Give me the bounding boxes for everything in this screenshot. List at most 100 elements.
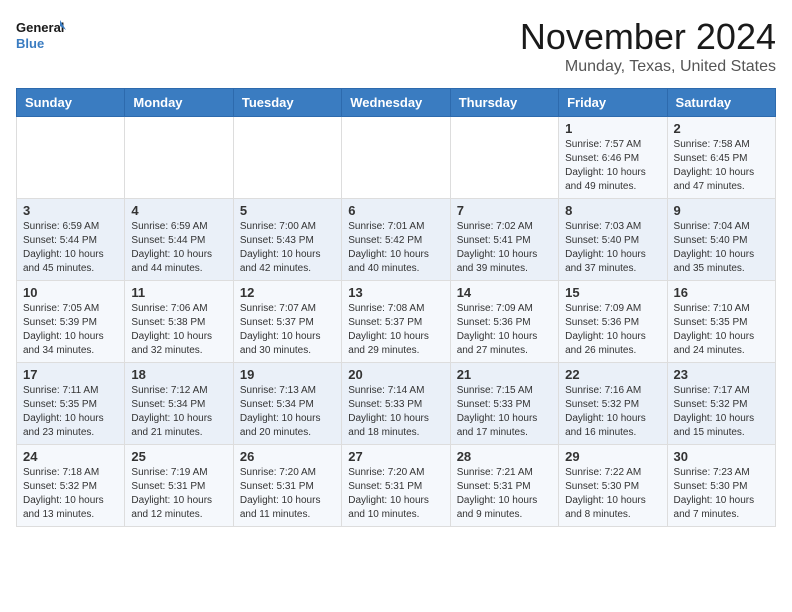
day-number: 13 <box>348 285 443 300</box>
calendar-cell: 3 Sunrise: 6:59 AM Sunset: 5:44 PM Daylig… <box>17 199 125 281</box>
day-number: 17 <box>23 367 118 382</box>
calendar-week-row: 17 Sunrise: 7:11 AM Sunset: 5:35 PM Dayli… <box>17 363 776 445</box>
day-number: 18 <box>131 367 226 382</box>
day-info: Sunrise: 7:02 AM Sunset: 5:41 PM Dayligh… <box>457 220 552 276</box>
day-info: Sunrise: 7:19 AM Sunset: 5:31 PM Dayligh… <box>131 466 226 522</box>
day-info: Sunrise: 7:15 AM Sunset: 5:33 PM Dayligh… <box>457 384 552 440</box>
day-info: Sunrise: 7:10 AM Sunset: 5:35 PM Dayligh… <box>674 302 769 358</box>
calendar-cell: 29Sunrise: 7:22 AM Sunset: 5:30 PM Dayli… <box>559 445 667 527</box>
day-info: Sunrise: 7:16 AM Sunset: 5:32 PM Dayligh… <box>565 384 660 440</box>
calendar-cell: 5 Sunrise: 7:00 AM Sunset: 5:43 PM Daylig… <box>233 199 341 281</box>
logo: General Blue <box>16 16 66 56</box>
day-number: 12 <box>240 285 335 300</box>
calendar-cell: 16 Sunrise: 7:10 AM Sunset: 5:35 PM Dayli… <box>667 281 775 363</box>
calendar-cell: 30 Sunrise: 7:23 AM Sunset: 5:30 PM Dayli… <box>667 445 775 527</box>
calendar-cell: 8Sunrise: 7:03 AM Sunset: 5:40 PM Daylig… <box>559 199 667 281</box>
day-info: Sunrise: 7:03 AM Sunset: 5:40 PM Dayligh… <box>565 220 660 276</box>
day-number: 11 <box>131 285 226 300</box>
calendar-cell <box>17 117 125 199</box>
day-info: Sunrise: 7:57 AM Sunset: 6:46 PM Dayligh… <box>565 138 660 194</box>
day-info: Sunrise: 7:20 AM Sunset: 5:31 PM Dayligh… <box>240 466 335 522</box>
calendar-cell: 9 Sunrise: 7:04 AM Sunset: 5:40 PM Daylig… <box>667 199 775 281</box>
day-info: Sunrise: 7:20 AM Sunset: 5:31 PM Dayligh… <box>348 466 443 522</box>
day-info: Sunrise: 7:21 AM Sunset: 5:31 PM Dayligh… <box>457 466 552 522</box>
weekday-header: Monday <box>125 89 233 117</box>
weekday-header: Wednesday <box>342 89 450 117</box>
day-number: 19 <box>240 367 335 382</box>
day-number: 6 <box>348 203 443 218</box>
weekday-header: Tuesday <box>233 89 341 117</box>
calendar-cell: 7 Sunrise: 7:02 AM Sunset: 5:41 PM Daylig… <box>450 199 558 281</box>
day-info: Sunrise: 7:18 AM Sunset: 5:32 PM Dayligh… <box>23 466 118 522</box>
weekday-header: Sunday <box>17 89 125 117</box>
day-info: Sunrise: 6:59 AM Sunset: 5:44 PM Dayligh… <box>23 220 118 276</box>
calendar-cell <box>233 117 341 199</box>
title-block: November 2024 Munday, Texas, United Stat… <box>520 16 776 76</box>
calendar-week-row: 1 Sunrise: 7:57 AM Sunset: 6:46 PM Daylig… <box>17 117 776 199</box>
day-info: Sunrise: 7:58 AM Sunset: 6:45 PM Dayligh… <box>674 138 769 194</box>
day-info: Sunrise: 7:14 AM Sunset: 5:33 PM Dayligh… <box>348 384 443 440</box>
day-number: 26 <box>240 449 335 464</box>
day-number: 29 <box>565 449 660 464</box>
weekday-header: Thursday <box>450 89 558 117</box>
day-number: 24 <box>23 449 118 464</box>
day-number: 16 <box>674 285 769 300</box>
day-info: Sunrise: 7:01 AM Sunset: 5:42 PM Dayligh… <box>348 220 443 276</box>
calendar-cell: 2 Sunrise: 7:58 AM Sunset: 6:45 PM Daylig… <box>667 117 775 199</box>
day-info: Sunrise: 7:23 AM Sunset: 5:30 PM Dayligh… <box>674 466 769 522</box>
day-number: 1 <box>565 121 660 136</box>
day-number: 3 <box>23 203 118 218</box>
day-info: Sunrise: 7:08 AM Sunset: 5:37 PM Dayligh… <box>348 302 443 358</box>
day-number: 5 <box>240 203 335 218</box>
day-info: Sunrise: 7:11 AM Sunset: 5:35 PM Dayligh… <box>23 384 118 440</box>
day-number: 25 <box>131 449 226 464</box>
day-info: Sunrise: 7:13 AM Sunset: 5:34 PM Dayligh… <box>240 384 335 440</box>
calendar-cell <box>342 117 450 199</box>
svg-text:General: General <box>16 20 64 35</box>
calendar-cell: 14 Sunrise: 7:09 AM Sunset: 5:36 PM Dayli… <box>450 281 558 363</box>
svg-text:Blue: Blue <box>16 36 44 51</box>
weekday-header: Saturday <box>667 89 775 117</box>
day-number: 2 <box>674 121 769 136</box>
page-header: General Blue November 2024 Munday, Texas… <box>16 16 776 76</box>
day-number: 28 <box>457 449 552 464</box>
calendar-cell: 23Sunrise: 7:17 AM Sunset: 5:32 PM Dayli… <box>667 363 775 445</box>
day-info: Sunrise: 7:12 AM Sunset: 5:34 PM Dayligh… <box>131 384 226 440</box>
calendar-cell: 10 Sunrise: 7:05 AM Sunset: 5:39 PM Dayli… <box>17 281 125 363</box>
weekday-header-row: SundayMondayTuesdayWednesdayThursdayFrid… <box>17 89 776 117</box>
calendar-cell: 26 Sunrise: 7:20 AM Sunset: 5:31 PM Dayli… <box>233 445 341 527</box>
calendar-cell: 21Sunrise: 7:15 AM Sunset: 5:33 PM Dayli… <box>450 363 558 445</box>
day-number: 27 <box>348 449 443 464</box>
day-number: 30 <box>674 449 769 464</box>
month-title: November 2024 <box>520 16 776 58</box>
location: Munday, Texas, United States <box>520 58 776 76</box>
calendar-cell: 22Sunrise: 7:16 AM Sunset: 5:32 PM Dayli… <box>559 363 667 445</box>
calendar-week-row: 24 Sunrise: 7:18 AM Sunset: 5:32 PM Dayli… <box>17 445 776 527</box>
calendar-cell: 19 Sunrise: 7:13 AM Sunset: 5:34 PM Dayli… <box>233 363 341 445</box>
day-info: Sunrise: 7:05 AM Sunset: 5:39 PM Dayligh… <box>23 302 118 358</box>
day-info: Sunrise: 7:06 AM Sunset: 5:38 PM Dayligh… <box>131 302 226 358</box>
calendar-cell: 25 Sunrise: 7:19 AM Sunset: 5:31 PM Dayli… <box>125 445 233 527</box>
calendar-week-row: 3 Sunrise: 6:59 AM Sunset: 5:44 PM Daylig… <box>17 199 776 281</box>
calendar-cell: 13 Sunrise: 7:08 AM Sunset: 5:37 PM Dayli… <box>342 281 450 363</box>
day-info: Sunrise: 7:00 AM Sunset: 5:43 PM Dayligh… <box>240 220 335 276</box>
weekday-header: Friday <box>559 89 667 117</box>
calendar-cell: 15Sunrise: 7:09 AM Sunset: 5:36 PM Dayli… <box>559 281 667 363</box>
day-info: Sunrise: 7:09 AM Sunset: 5:36 PM Dayligh… <box>457 302 552 358</box>
day-number: 9 <box>674 203 769 218</box>
day-info: Sunrise: 7:04 AM Sunset: 5:40 PM Dayligh… <box>674 220 769 276</box>
calendar-cell: 27 Sunrise: 7:20 AM Sunset: 5:31 PM Dayli… <box>342 445 450 527</box>
calendar-table: SundayMondayTuesdayWednesdayThursdayFrid… <box>16 88 776 527</box>
day-info: Sunrise: 7:07 AM Sunset: 5:37 PM Dayligh… <box>240 302 335 358</box>
day-number: 20 <box>348 367 443 382</box>
calendar-cell <box>450 117 558 199</box>
calendar-cell: 20 Sunrise: 7:14 AM Sunset: 5:33 PM Dayli… <box>342 363 450 445</box>
day-number: 7 <box>457 203 552 218</box>
day-number: 23 <box>674 367 769 382</box>
day-info: Sunrise: 6:59 AM Sunset: 5:44 PM Dayligh… <box>131 220 226 276</box>
day-number: 4 <box>131 203 226 218</box>
logo-svg: General Blue <box>16 16 66 56</box>
calendar-cell: 18 Sunrise: 7:12 AM Sunset: 5:34 PM Dayli… <box>125 363 233 445</box>
day-number: 14 <box>457 285 552 300</box>
day-number: 10 <box>23 285 118 300</box>
